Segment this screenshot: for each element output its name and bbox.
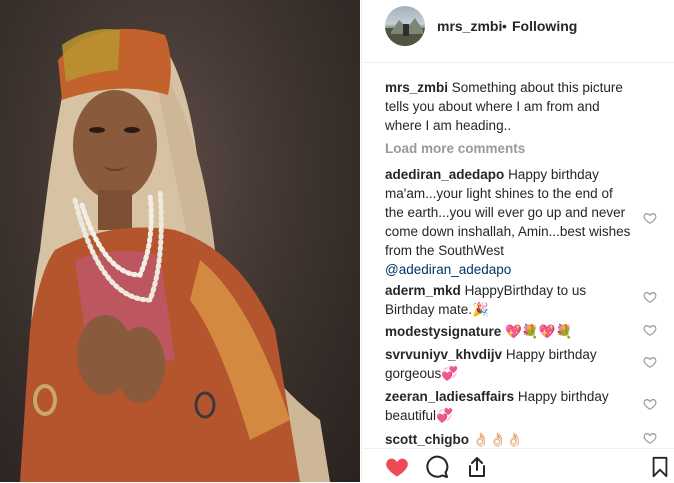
header-separator: •: [502, 18, 507, 34]
comment-username[interactable]: adediran_adedapo: [385, 167, 504, 182]
instagram-post: mrs_zmbi • Following mrs_zmbi Something …: [0, 0, 674, 482]
comment-item: zeeran_ladiesaffairs Happy birthday beau…: [385, 387, 635, 425]
post-side-panel: mrs_zmbi • Following mrs_zmbi Something …: [361, 0, 674, 482]
heart-outline-icon[interactable]: [643, 355, 657, 369]
comment-text: 💖💐💖💐: [505, 324, 573, 339]
comment-username[interactable]: zeeran_ladiesaffairs: [385, 389, 514, 404]
comment-icon[interactable]: [424, 455, 450, 479]
portrait-illustration: [20, 28, 330, 482]
heart-filled-icon[interactable]: [384, 455, 410, 479]
bookmark-icon[interactable]: [649, 455, 671, 479]
action-bar: [362, 448, 674, 483]
heart-outline-icon[interactable]: [643, 431, 657, 445]
post-photo[interactable]: [0, 0, 360, 482]
comment-item: svrvuniyv_khvdijv Happy birthday gorgeou…: [385, 345, 635, 383]
avatar-image: [385, 18, 425, 46]
comment-username[interactable]: aderm_mkd: [385, 283, 461, 298]
comment-item: aderm_mkd HappyBirthday to us Birthday m…: [385, 281, 635, 319]
comment-item: scott_chigbo 👌🏻👌🏻👌🏻: [385, 430, 635, 449]
comment-mention[interactable]: @adediran_adedapo: [385, 262, 511, 277]
comment-username[interactable]: modestysignature: [385, 324, 501, 339]
post-header: mrs_zmbi • Following: [362, 0, 674, 63]
comment-username[interactable]: scott_chigbo: [385, 432, 469, 447]
caption: mrs_zmbi Something about this picture te…: [385, 78, 635, 135]
header-username[interactable]: mrs_zmbi: [437, 18, 502, 34]
following-button[interactable]: Following: [512, 18, 577, 34]
heart-outline-icon[interactable]: [643, 323, 657, 337]
comment-text: 👌🏻👌🏻👌🏻: [472, 432, 524, 447]
heart-outline-icon[interactable]: [643, 211, 657, 225]
load-more-comments-button[interactable]: Load more comments: [385, 139, 635, 158]
comment-username[interactable]: svrvuniyv_khvdijv: [385, 347, 502, 362]
share-icon[interactable]: [464, 455, 490, 479]
avatar[interactable]: [385, 6, 425, 46]
caption-username[interactable]: mrs_zmbi: [385, 80, 448, 95]
heart-outline-icon[interactable]: [643, 397, 657, 411]
heart-outline-icon[interactable]: [643, 290, 657, 304]
comment-item: adediran_adedapo Happy birthday ma'am...…: [385, 165, 635, 279]
comment-item: modestysignature 💖💐💖💐: [385, 322, 635, 341]
